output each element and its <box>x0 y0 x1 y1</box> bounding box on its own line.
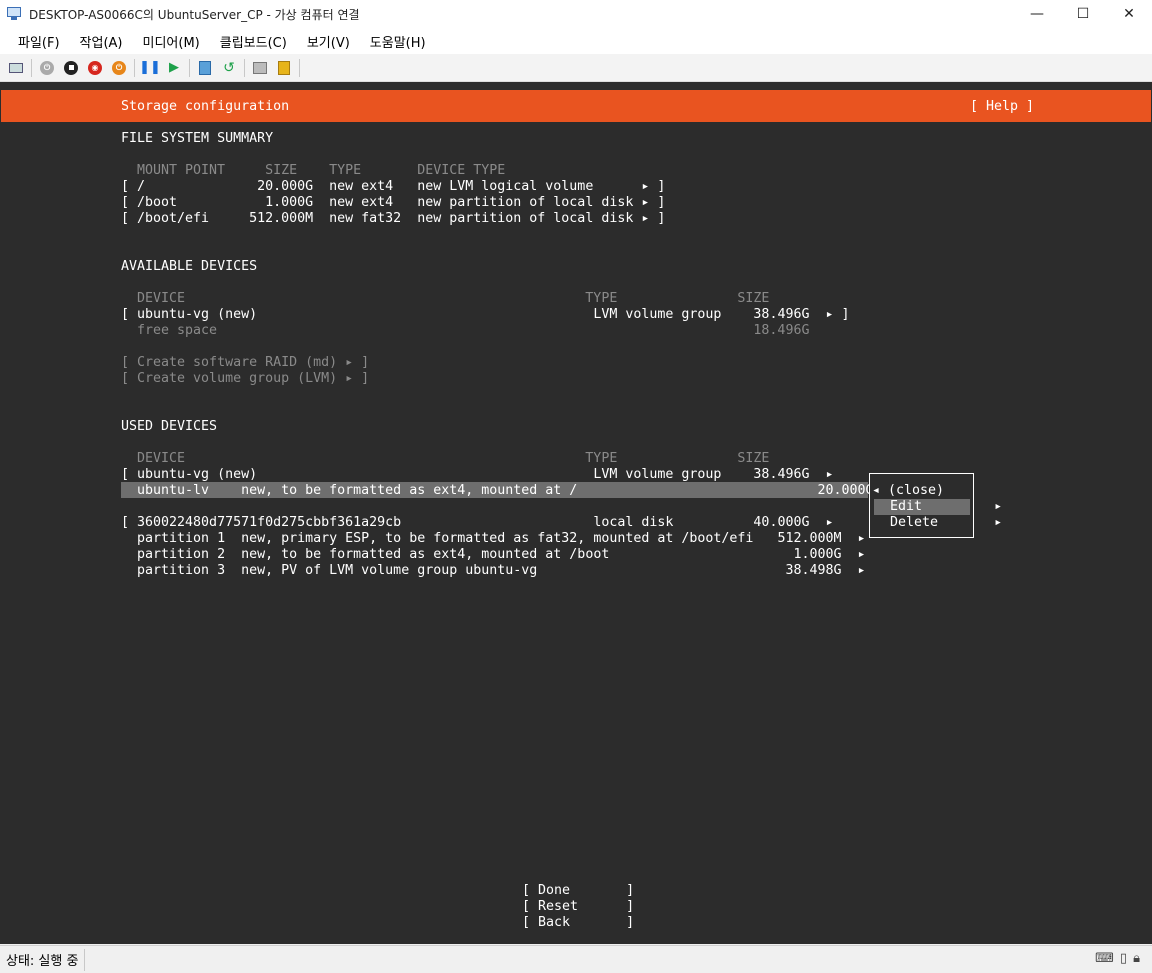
back-button[interactable]: [ Back ] <box>522 915 634 931</box>
used-heading: USED DEVICES <box>121 419 218 434</box>
minimize-button[interactable]: — <box>1014 0 1060 28</box>
fs-summary-columns: MOUNT POINT SIZE TYPE DEVICE TYPE <box>137 163 506 178</box>
available-vg-row[interactable]: [ ubuntu-vg (new) LVM volume group 38.49… <box>121 307 850 323</box>
resume-icon[interactable]: ▶ <box>165 59 183 77</box>
done-button[interactable]: [ Done ] <box>522 883 634 899</box>
header-title: Storage configuration <box>121 99 290 114</box>
menu-edit[interactable]: Edit ▸ <box>882 499 1002 515</box>
ctrl-alt-del-icon[interactable] <box>7 59 25 77</box>
shutdown-icon[interactable]: ◉ <box>86 59 104 77</box>
menu-clipboard[interactable]: 클립보드(C) <box>212 32 295 51</box>
used-columns: DEVICE TYPE SIZE <box>137 451 770 466</box>
fs-row-boot-efi[interactable]: [ /boot/efi 512.000M new fat32 new parti… <box>121 211 665 227</box>
status-text: 상태: 실행 중 <box>6 954 79 969</box>
reset-button[interactable]: [ Reset ] <box>522 899 634 915</box>
revert-icon[interactable]: ↺ <box>220 59 238 77</box>
device-action-menu: ◂ (close) Edit ▸ Delete ▸ <box>869 473 1002 538</box>
menu-media[interactable]: 미디어(M) <box>135 32 208 51</box>
lock-icon: 🔒︎ <box>1133 951 1140 966</box>
menu-file[interactable]: 파일(F) <box>10 32 68 51</box>
available-columns: DEVICE TYPE SIZE <box>137 291 770 306</box>
used-vg-row[interactable]: [ ubuntu-vg (new) LVM volume group 38.49… <box>121 467 833 483</box>
vm-screen[interactable]: Storage configuration [ Help ] FILE SYST… <box>0 82 1152 944</box>
window-title: DESKTOP-AS0066C의 UbuntuServer_CP - 가상 컴퓨… <box>29 7 360 22</box>
menu-view[interactable]: 보기(V) <box>299 32 358 51</box>
status-bar: 상태: 실행 중 ⌨ ▯ 🔒︎ <box>0 945 1152 973</box>
mouse-icon: ▯ <box>1119 951 1128 966</box>
pause-icon[interactable]: ❚❚ <box>139 59 161 77</box>
power-icon[interactable]: ⏻ <box>110 59 128 77</box>
used-disk-row[interactable]: [ 360022480d77571f0d275cbbf361a29cb loca… <box>121 515 833 531</box>
keyboard-icon: ⌨ <box>1095 951 1114 966</box>
enhanced-session-icon[interactable] <box>251 59 269 77</box>
used-partition-3[interactable]: partition 3 new, PV of LVM volume group … <box>121 563 866 579</box>
maximize-button[interactable]: ☐ <box>1060 0 1106 28</box>
available-heading: AVAILABLE DEVICES <box>121 259 258 274</box>
vm-connection-icon <box>7 7 23 21</box>
window-titlebar: DESKTOP-AS0066C의 UbuntuServer_CP - 가상 컴퓨… <box>0 0 1152 28</box>
help-button[interactable]: [ Help ] <box>970 99 1034 115</box>
menu-action[interactable]: 작업(A) <box>72 32 131 51</box>
used-lv-row[interactable]: ubuntu-lv new, to be formatted as ext4, … <box>121 483 898 499</box>
turn-off-icon[interactable] <box>62 59 80 77</box>
menu-bar: 파일(F) 작업(A) 미디어(M) 클립보드(C) 보기(V) 도움말(H) <box>0 28 1152 54</box>
available-free-space: free space 18.496G <box>137 323 810 338</box>
fs-row-root[interactable]: [ / 20.000G new ext4 new LVM logical vol… <box>121 179 665 195</box>
fs-summary-heading: FILE SYSTEM SUMMARY <box>121 131 274 146</box>
share-icon[interactable] <box>275 59 293 77</box>
create-raid-button[interactable]: [ Create software RAID (md) ▸ ] <box>121 355 369 371</box>
create-vg-button[interactable]: [ Create volume group (LVM) ▸ ] <box>121 371 369 387</box>
used-partition-2[interactable]: partition 2 new, to be formatted as ext4… <box>121 547 866 563</box>
menu-delete[interactable]: Delete ▸ <box>882 515 1002 531</box>
checkpoint-icon[interactable] <box>196 59 214 77</box>
start-icon[interactable]: ⏻ <box>38 59 56 77</box>
fs-row-boot[interactable]: [ /boot 1.000G new ext4 new partition of… <box>121 195 665 211</box>
menu-close[interactable]: ◂ (close) <box>872 483 944 499</box>
close-button[interactable]: ✕ <box>1106 0 1152 28</box>
toolbar: ⏻ ◉ ⏻ ❚❚ ▶ ↺ <box>0 54 1152 82</box>
menu-help[interactable]: 도움말(H) <box>362 32 434 51</box>
used-partition-1[interactable]: partition 1 new, primary ESP, to be form… <box>121 531 866 547</box>
